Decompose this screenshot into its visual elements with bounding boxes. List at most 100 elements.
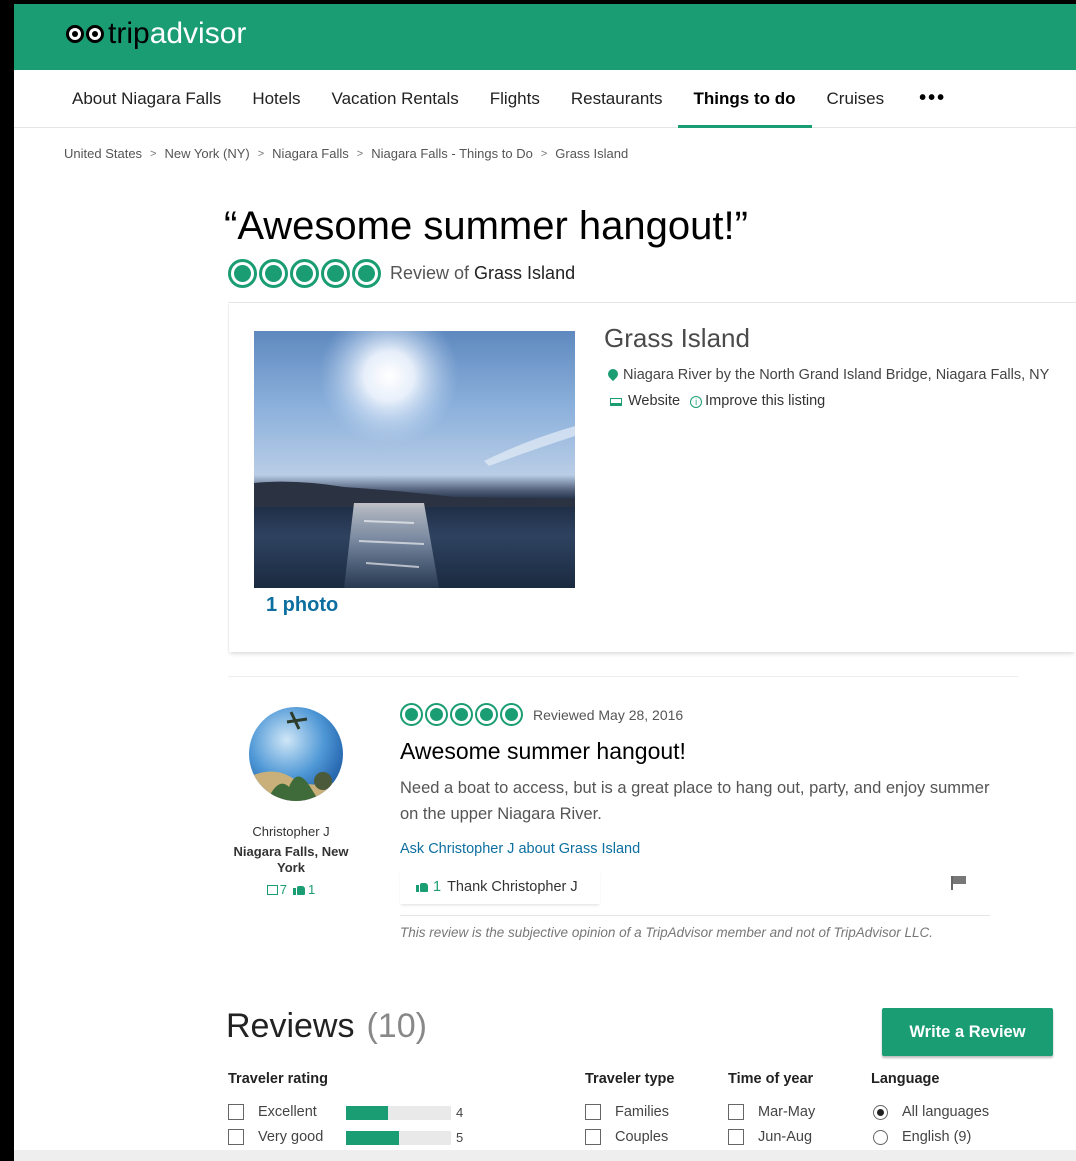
flag-icon[interactable] — [951, 876, 967, 890]
ask-reviewer-link[interactable]: Ask Christopher J about Grass Island — [400, 841, 640, 857]
owl-eyes-icon — [66, 25, 104, 43]
reviewer-name[interactable]: Christopher J — [226, 824, 356, 839]
reviewer-stats: 71 — [226, 882, 356, 897]
rating-bar-fill — [346, 1106, 388, 1120]
breadcrumb-new-york[interactable]: New York (NY) — [164, 146, 249, 161]
title-rating: Review of Grass Island — [228, 259, 575, 288]
filter-traveler-rating-heading: Traveler rating — [228, 1071, 328, 1087]
review-rating: Reviewed May 28, 2016 — [400, 703, 683, 726]
checkbox[interactable] — [585, 1129, 601, 1145]
rating-bar-excellent — [346, 1106, 451, 1120]
thank-reviewer-button[interactable]: 1 Thank Christopher J — [400, 870, 600, 904]
nav-cruises[interactable]: Cruises — [827, 70, 885, 128]
checkbox[interactable] — [228, 1129, 244, 1145]
rating-count-excellent: 4 — [456, 1105, 464, 1120]
page: trip advisor About Niagara Falls Hotels V… — [14, 0, 1076, 1161]
listing-address-block: Niagara River by the North Grand Island … — [604, 362, 1064, 414]
nav-about-niagara-falls[interactable]: About Niagara Falls — [72, 70, 221, 128]
filter-type-couples[interactable]: Couples — [585, 1129, 668, 1145]
thank-label: Thank Christopher J — [447, 879, 578, 895]
review-of-place-link[interactable]: Grass Island — [474, 263, 575, 283]
logo-text-advisor: advisor — [149, 17, 247, 50]
listing-name: Grass Island — [604, 323, 750, 353]
header-bar: trip advisor — [14, 4, 1076, 70]
breadcrumb-united-states[interactable]: United States — [64, 146, 142, 161]
radio-selected[interactable] — [873, 1104, 888, 1120]
improve-listing-link[interactable]: Improve this listing — [705, 393, 825, 409]
thumbs-up-icon — [416, 882, 428, 892]
listing-photo[interactable] — [254, 331, 575, 588]
thumbs-up-icon — [293, 885, 305, 895]
bottom-strip — [14, 1150, 1076, 1161]
rating-bubble-icon — [425, 703, 448, 726]
chevron-right-icon: > — [150, 147, 157, 160]
tripadvisor-logo[interactable]: trip advisor — [66, 17, 246, 51]
divider — [228, 302, 1076, 303]
rating-bar-very-good — [346, 1131, 451, 1145]
reviews-count: (10) — [366, 1007, 427, 1045]
breadcrumb: United States > New York (NY) > Niagara … — [64, 146, 628, 161]
review-of-label: Review of Grass Island — [390, 263, 575, 284]
rating-count-very-good: 5 — [456, 1130, 464, 1145]
rating-bubble-icon — [259, 259, 288, 288]
main-nav: About Niagara Falls Hotels Vacation Rent… — [14, 70, 1076, 128]
listing-address: Niagara River by the North Grand Island … — [623, 367, 1050, 383]
breadcrumb-niagara-falls[interactable]: Niagara Falls — [272, 146, 349, 161]
checkbox[interactable] — [585, 1104, 601, 1120]
radio[interactable] — [873, 1129, 888, 1145]
website-link[interactable]: Website — [628, 393, 680, 409]
filter-label: English (9) — [902, 1129, 972, 1145]
reviewer-location: Niagara Falls, New York — [233, 844, 349, 875]
filter-label: Jun-Aug — [758, 1129, 813, 1145]
more-options-icon[interactable]: ••• — [919, 87, 946, 110]
rating-bubble-icon — [352, 259, 381, 288]
rating-bubble-icon — [450, 703, 473, 726]
filter-label: Mar-May — [758, 1104, 816, 1120]
review-disclaimer: This review is the subjective opinion of… — [400, 925, 933, 940]
reviews-heading-label: Reviews — [226, 1007, 355, 1045]
nav-restaurants[interactable]: Restaurants — [571, 70, 663, 128]
avatar[interactable] — [249, 707, 343, 801]
laptop-icon — [610, 398, 622, 406]
filter-label: All languages — [902, 1104, 990, 1120]
breadcrumb-things-to-do[interactable]: Niagara Falls - Things to Do — [371, 146, 533, 161]
rating-bubble-icon — [400, 703, 423, 726]
nav-things-to-do[interactable]: Things to do — [677, 70, 812, 128]
checkbox[interactable] — [728, 1104, 744, 1120]
divider — [228, 676, 1018, 677]
review-of-prefix: Review of — [390, 263, 475, 283]
map-pin-icon — [605, 366, 621, 382]
rating-bubble-icon — [228, 259, 257, 288]
filter-time-jun-aug[interactable]: Jun-Aug — [728, 1129, 812, 1145]
filter-label: Families — [615, 1104, 669, 1120]
filter-rating-very-good[interactable]: Very good — [228, 1129, 323, 1145]
filter-label: Couples — [615, 1129, 669, 1145]
filter-language-all[interactable]: All languages — [873, 1104, 989, 1120]
filter-time-of-year-heading: Time of year — [728, 1071, 814, 1087]
rating-bar-fill — [346, 1131, 399, 1145]
filter-type-families[interactable]: Families — [585, 1104, 669, 1120]
write-review-button[interactable]: Write a Review — [882, 1008, 1053, 1056]
nav-flights[interactable]: Flights — [490, 70, 540, 128]
breadcrumb-grass-island: Grass Island — [555, 146, 629, 161]
filter-rating-excellent[interactable]: Excellent — [228, 1104, 317, 1120]
checkbox[interactable] — [228, 1104, 244, 1120]
photo-count-link[interactable]: 1 photo — [266, 594, 338, 617]
reviewer-review-count: 7 — [279, 882, 287, 897]
review-body: Need a boat to access, but is a great pl… — [400, 779, 990, 823]
nav-hotels[interactable]: Hotels — [252, 70, 300, 128]
logo-text-trip: trip — [108, 17, 150, 50]
river-photo-image — [254, 331, 575, 588]
filter-time-mar-may[interactable]: Mar-May — [728, 1104, 815, 1120]
checkbox[interactable] — [728, 1129, 744, 1145]
filter-label: Excellent — [258, 1104, 317, 1120]
nav-vacation-rentals[interactable]: Vacation Rentals — [332, 70, 459, 128]
chevron-right-icon: > — [540, 147, 548, 160]
avatar-image — [249, 711, 343, 801]
reviews-heading: Reviews (10) — [226, 1007, 427, 1046]
filter-language-heading: Language — [871, 1071, 940, 1087]
review-rating-bubbles — [400, 703, 523, 726]
info-icon: i — [690, 396, 703, 408]
filter-label: Very good — [258, 1129, 324, 1145]
filter-language-english[interactable]: English (9) — [873, 1129, 971, 1145]
